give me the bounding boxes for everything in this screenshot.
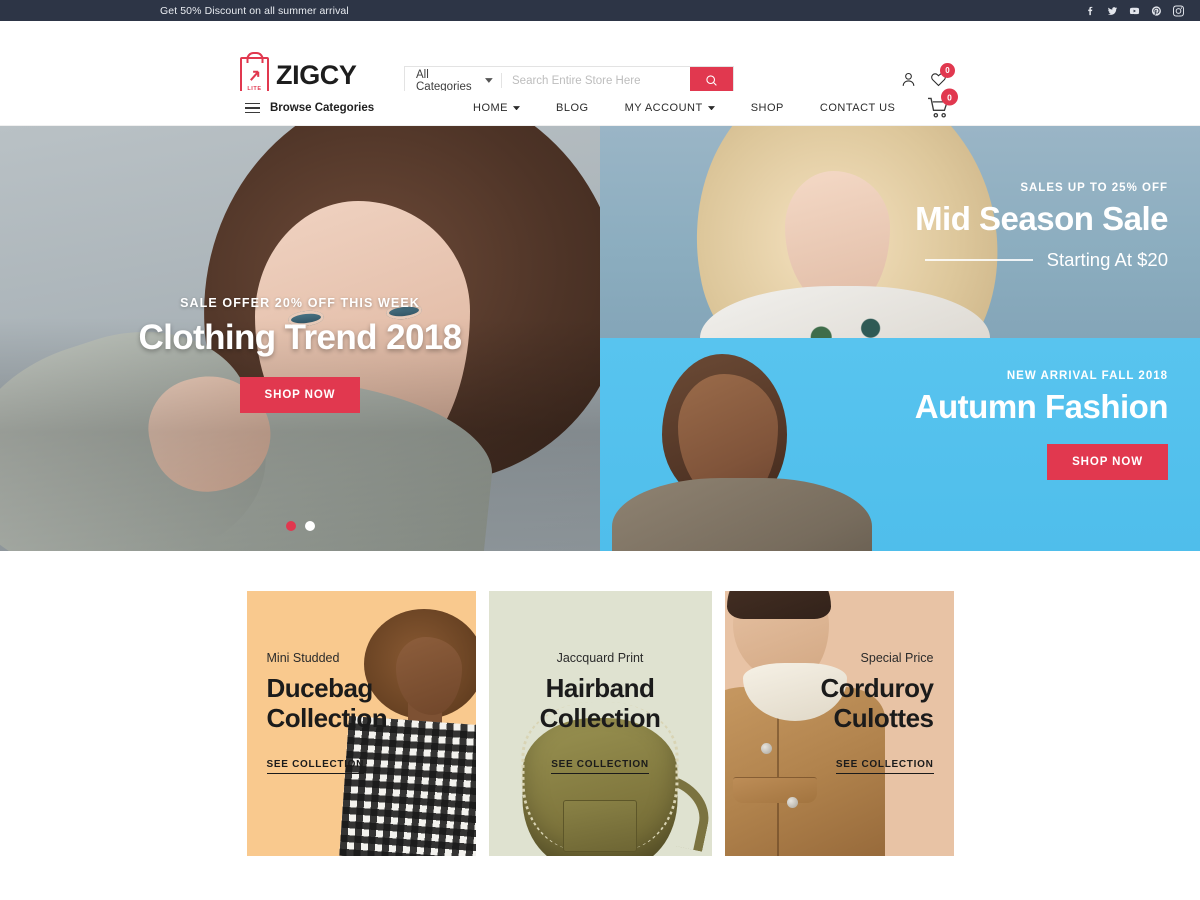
shopping-bag-logo-icon: LITE	[240, 57, 269, 93]
search-category-label: All Categories	[416, 68, 472, 93]
mid-season-subtitle-row: Starting At $20	[915, 249, 1168, 271]
see-collection-link[interactable]: SEE COLLECTION	[835, 759, 934, 775]
divider-line	[924, 259, 1033, 261]
card-content: Jaccquard Print Hairband Collection SEE …	[489, 591, 712, 775]
mid-season-eyebrow: SALES UP TO 25% OFF	[1020, 182, 1168, 194]
cart-count-badge: 0	[941, 88, 958, 106]
collection-card-hairband[interactable]: Jaccquard Print Hairband Collection SEE …	[488, 591, 712, 856]
hero-side-panels: SALES UP TO 25% OFF Mid Season Sale Star…	[600, 126, 1200, 551]
nav-item-my-account-label: MY ACCOUNT	[624, 102, 703, 114]
see-collection-link[interactable]: SEE COLLECTION	[266, 759, 365, 775]
wishlist-icon[interactable]: 0	[930, 63, 955, 88]
hero-main-title: Clothing Trend 2018	[138, 318, 462, 357]
chevron-down-icon	[485, 78, 493, 83]
cart-button[interactable]: 0	[927, 88, 958, 119]
autumn-fashion-content: NEW ARRIVAL FALL 2018 Autumn Fashion SHO…	[914, 370, 1169, 480]
nav-item-my-account[interactable]: MY ACCOUNT	[607, 102, 733, 114]
search-icon	[706, 75, 717, 86]
nav-item-contact-us-label: CONTACT US	[819, 102, 896, 114]
social-links	[1085, 5, 1184, 16]
search-input[interactable]	[502, 67, 690, 94]
card-content: Special Price Corduroy Culottes SEE COLL…	[725, 591, 954, 775]
hero-section: SALE OFFER 20% OFF THIS WEEK Clothing Tr…	[0, 126, 1200, 551]
mid-season-subtitle: Starting At $20	[1046, 249, 1168, 270]
hero-main-eyebrow: SALE OFFER 20% OFF THIS WEEK	[180, 296, 420, 310]
card-title: Corduroy Culottes	[820, 673, 935, 734]
nav-item-home-label: HOME	[473, 102, 508, 114]
mid-season-title: Mid Season Sale	[915, 200, 1168, 237]
chevron-down-icon	[707, 105, 715, 111]
logo-wordmark: ZIGCY	[276, 59, 357, 90]
card-eyebrow: Mini Studded	[266, 651, 340, 665]
twitter-icon[interactable]	[1107, 5, 1118, 16]
instagram-icon[interactable]	[1173, 5, 1184, 16]
panel-model-garment	[612, 478, 872, 551]
nav-item-blog[interactable]: BLOG	[538, 102, 607, 114]
search-submit-button[interactable]	[690, 67, 733, 94]
hamburger-menu-icon	[245, 102, 260, 114]
see-collection-link[interactable]: SEE COLLECTION	[551, 759, 649, 775]
browse-categories-label: Browse Categories	[270, 102, 375, 114]
site-logo[interactable]: LITE ZIGCY	[240, 57, 357, 93]
youtube-icon[interactable]	[1129, 5, 1140, 16]
hero-main-content: SALE OFFER 20% OFF THIS WEEK Clothing Tr…	[0, 296, 600, 413]
autumn-fashion-eyebrow: NEW ARRIVAL FALL 2018	[1006, 370, 1168, 382]
collection-cards-section: Mini Studded Ducebag Collection SEE COLL…	[0, 551, 1200, 856]
nav-item-shop[interactable]: SHOP	[733, 102, 802, 114]
autumn-fashion-title: Autumn Fashion	[914, 388, 1169, 425]
pinterest-icon[interactable]	[1151, 5, 1162, 16]
chevron-down-icon	[513, 105, 520, 111]
hero-main-shop-now-button[interactable]: SHOP NOW	[239, 377, 361, 413]
nav-item-blog-label: BLOG	[556, 102, 589, 114]
card-garment-pocket	[732, 777, 817, 803]
main-navigation: Browse Categories HOME BLOG MY ACCOUNT S…	[0, 88, 1200, 126]
nav-item-home[interactable]: HOME	[455, 102, 538, 114]
account-icon[interactable]	[900, 71, 917, 88]
collection-card-corduroy[interactable]: Special Price Corduroy Culottes SEE COLL…	[724, 591, 954, 856]
announcement-text: Get 50% Discount on all summer arrival	[160, 4, 349, 17]
carousel-dots	[0, 521, 600, 531]
card-title: Hairband Collection	[539, 673, 661, 734]
hero-autumn-fashion-panel[interactable]: NEW ARRIVAL FALL 2018 Autumn Fashion SHO…	[600, 338, 1200, 551]
wishlist-count-badge: 0	[940, 63, 955, 78]
card-garment-button	[786, 797, 798, 808]
browse-categories-button[interactable]: Browse Categories	[245, 102, 374, 114]
header-action-icons: 0	[900, 63, 955, 88]
facebook-icon[interactable]	[1085, 5, 1096, 16]
top-announcement-bar: Get 50% Discount on all summer arrival	[0, 0, 1200, 21]
search-category-dropdown[interactable]: All Categories	[405, 67, 502, 94]
carousel-dot-2[interactable]	[304, 521, 315, 531]
carousel-dot-1[interactable]	[285, 521, 296, 531]
card-eyebrow: Jaccquard Print	[556, 651, 644, 665]
nav-item-contact-us[interactable]: CONTACT US	[802, 102, 914, 114]
mid-season-sale-content: SALES UP TO 25% OFF Mid Season Sale Star…	[915, 182, 1168, 271]
card-bag-pocket	[563, 800, 637, 852]
card-content: Mini Studded Ducebag Collection SEE COLL…	[247, 591, 476, 775]
nav-item-shop-label: SHOP	[750, 102, 784, 114]
hero-mid-season-sale-panel[interactable]: SALES UP TO 25% OFF Mid Season Sale Star…	[600, 126, 1200, 338]
card-eyebrow: Special Price	[860, 651, 934, 665]
autumn-fashion-shop-now-button[interactable]: SHOP NOW	[1047, 444, 1168, 480]
site-header: LITE ZIGCY All Categories 0	[0, 21, 1200, 95]
collection-card-ducebag[interactable]: Mini Studded Ducebag Collection SEE COLL…	[246, 591, 476, 856]
nav-menu: HOME BLOG MY ACCOUNT SHOP CONTACT US	[455, 102, 913, 114]
card-title: Ducebag Collection	[266, 673, 388, 734]
hero-main-slide[interactable]: SALE OFFER 20% OFF THIS WEEK Clothing Tr…	[0, 126, 600, 551]
